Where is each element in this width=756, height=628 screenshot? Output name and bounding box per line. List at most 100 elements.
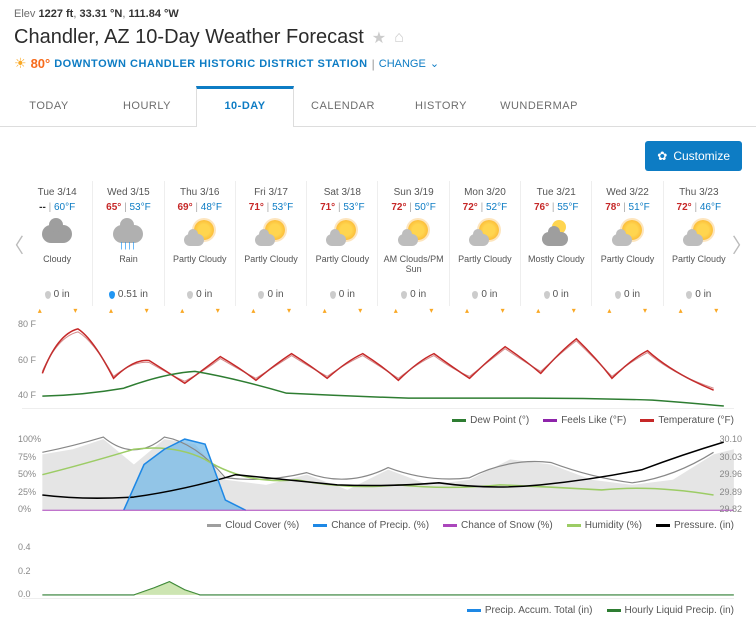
sunset-marker-icon: ▾ (501, 306, 505, 315)
sunrise-marker-icon: ▴ (394, 306, 398, 315)
chart1-legend: Dew Point (°)Feels Like (°F)Temperature … (14, 411, 742, 430)
sunset-marker-icon: ▾ (714, 306, 718, 315)
forecast-day[interactable]: Wed 3/15 65° | 53°F Rain 0.51 in (92, 181, 163, 306)
tab-calendar[interactable]: CALENDAR (294, 86, 392, 126)
station-link[interactable]: DOWNTOWN CHANDLER HISTORIC DISTRICT STAT… (54, 58, 367, 70)
tab-history[interactable]: HISTORY (392, 86, 490, 126)
favorite-star-icon[interactable]: ★ (372, 28, 386, 48)
chart3-legend: Precip. Accum. Total (in)Hourly Liquid P… (14, 601, 742, 620)
forecast-day[interactable]: Thu 3/16 69° | 48°F Partly Cloudy 0 in (164, 181, 235, 306)
sunset-marker-icon: ▾ (572, 306, 576, 315)
divider: | (372, 57, 375, 71)
tab-today[interactable]: TODAY (0, 86, 98, 126)
forecast-day[interactable]: Tue 3/21 76° | 55°F Mostly Cloudy 0 in (520, 181, 591, 306)
condition-text: Partly Cloudy (238, 255, 304, 285)
forecast-day[interactable]: Mon 3/20 72° | 52°F Partly Cloudy 0 in (449, 181, 520, 306)
sunset-marker-icon: ▾ (145, 306, 149, 315)
sunrise-marker-icon: ▴ (536, 306, 540, 315)
day-label: Mon 3/20 (452, 187, 518, 198)
customize-button[interactable]: ✿ Customize (645, 141, 742, 171)
legend-item: Cloud Cover (%) (207, 520, 299, 531)
condition-text: Cloudy (24, 255, 90, 285)
humidity-chart: 100% 75% 50% 25% 0% 30.10 30.03 29.96 29… (22, 434, 734, 514)
raindrop-icon (686, 291, 692, 299)
day-label: Thu 3/16 (167, 187, 233, 198)
weather-icon (95, 217, 161, 251)
precip-amount: 0 in (238, 289, 304, 300)
precip-amount: 0 in (666, 289, 732, 300)
sunrise-marker-icon: ▴ (465, 306, 469, 315)
weather-icon (238, 217, 304, 251)
precip-amount: 0 in (594, 289, 660, 300)
weather-icon (452, 217, 518, 251)
tab-bar: TODAYHOURLY10-DAYCALENDARHISTORYWUNDERMA… (0, 86, 756, 127)
condition-text: Rain (95, 255, 161, 285)
precip-amount: 0 in (380, 289, 446, 300)
day-label: Sat 3/18 (309, 187, 375, 198)
raindrop-icon (615, 291, 621, 299)
hi-lo: 72° | 50°F (380, 202, 446, 213)
temperature-chart: 80 F 60 F 40 F (22, 319, 734, 409)
weather-icon (309, 217, 375, 251)
forecast-day[interactable]: Tue 3/14 -- | 60°F Cloudy 0 in (22, 181, 92, 306)
hi-lo: 76° | 55°F (523, 202, 589, 213)
page-title: Chandler, AZ 10-Day Weather Forecast ★ ⌂ (14, 26, 742, 49)
sunrise-marker-icon: ▴ (38, 306, 42, 315)
forecast-day[interactable]: Thu 3/23 72° | 46°F Partly Cloudy 0 in (663, 181, 734, 306)
hi-lo: 78° | 51°F (594, 202, 660, 213)
raindrop-icon (544, 291, 550, 299)
condition-text: Partly Cloudy (309, 255, 375, 285)
weather-icon (594, 217, 660, 251)
condition-text: Mostly Cloudy (523, 255, 589, 285)
sunset-marker-icon: ▾ (216, 306, 220, 315)
hi-lo: 71° | 53°F (309, 202, 375, 213)
legend-item: Humidity (%) (567, 520, 642, 531)
sunrise-marker-icon: ▴ (109, 306, 113, 315)
tab-10-day[interactable]: 10-DAY (196, 86, 294, 127)
sunrise-marker-icon: ▴ (323, 306, 327, 315)
sunset-marker-icon: ▾ (287, 306, 291, 315)
day-label: Thu 3/23 (666, 187, 732, 198)
raindrop-icon (330, 291, 336, 299)
precip-amount: 0.51 in (95, 289, 161, 300)
prev-arrow-icon[interactable]: 〈 (4, 229, 24, 258)
legend-item: Chance of Precip. (%) (313, 520, 429, 531)
weather-icon (666, 217, 732, 251)
condition-text: Partly Cloudy (666, 255, 732, 285)
forecast-day[interactable]: Fri 3/17 71° | 53°F Partly Cloudy 0 in (235, 181, 306, 306)
weather-icon (380, 217, 446, 251)
raindrop-icon (472, 291, 478, 299)
hi-lo: 69° | 48°F (167, 202, 233, 213)
forecast-day[interactable]: Sat 3/18 71° | 53°F Partly Cloudy 0 in (306, 181, 377, 306)
day-label: Sun 3/19 (380, 187, 446, 198)
tab-hourly[interactable]: HOURLY (98, 86, 196, 126)
raindrop-icon (401, 291, 407, 299)
elevation-line: Elev 1227 ft, 33.31 °N, 111.84 °W (14, 8, 742, 20)
condition-text: Partly Cloudy (594, 255, 660, 285)
condition-text: Partly Cloudy (452, 255, 518, 285)
raindrop-icon (258, 291, 264, 299)
change-station-link[interactable]: CHANGE ⌄ (379, 57, 439, 70)
forecast-day[interactable]: Sun 3/19 72° | 50°F AM Clouds/PM Sun 0 i… (377, 181, 448, 306)
sun-icon: ☀ (14, 55, 27, 72)
tab-wundermap[interactable]: WUNDERMAP (490, 86, 588, 126)
raindrop-icon (45, 291, 51, 299)
forecast-day[interactable]: Wed 3/22 78° | 51°F Partly Cloudy 0 in (591, 181, 662, 306)
hi-lo: 72° | 52°F (452, 202, 518, 213)
home-icon[interactable]: ⌂ (394, 29, 404, 47)
forecast-day-row: Tue 3/14 -- | 60°F Cloudy 0 inWed 3/15 6… (22, 181, 734, 306)
hi-lo: 72° | 46°F (666, 202, 732, 213)
legend-item: Precip. Accum. Total (in) (467, 605, 593, 616)
weather-icon (24, 217, 90, 251)
gear-icon: ✿ (657, 149, 667, 163)
day-label: Fri 3/17 (238, 187, 304, 198)
sunset-marker-icon: ▾ (358, 306, 362, 315)
precip-chart: 0.4 0.2 0.0 (22, 539, 734, 599)
next-arrow-icon[interactable]: 〉 (732, 229, 752, 258)
hi-lo: 65° | 53°F (95, 202, 161, 213)
sunset-marker-icon: ▾ (429, 306, 433, 315)
raindrop-icon (187, 291, 193, 299)
precip-amount: 0 in (452, 289, 518, 300)
condition-text: Partly Cloudy (167, 255, 233, 285)
current-temp: 80° (31, 56, 51, 71)
